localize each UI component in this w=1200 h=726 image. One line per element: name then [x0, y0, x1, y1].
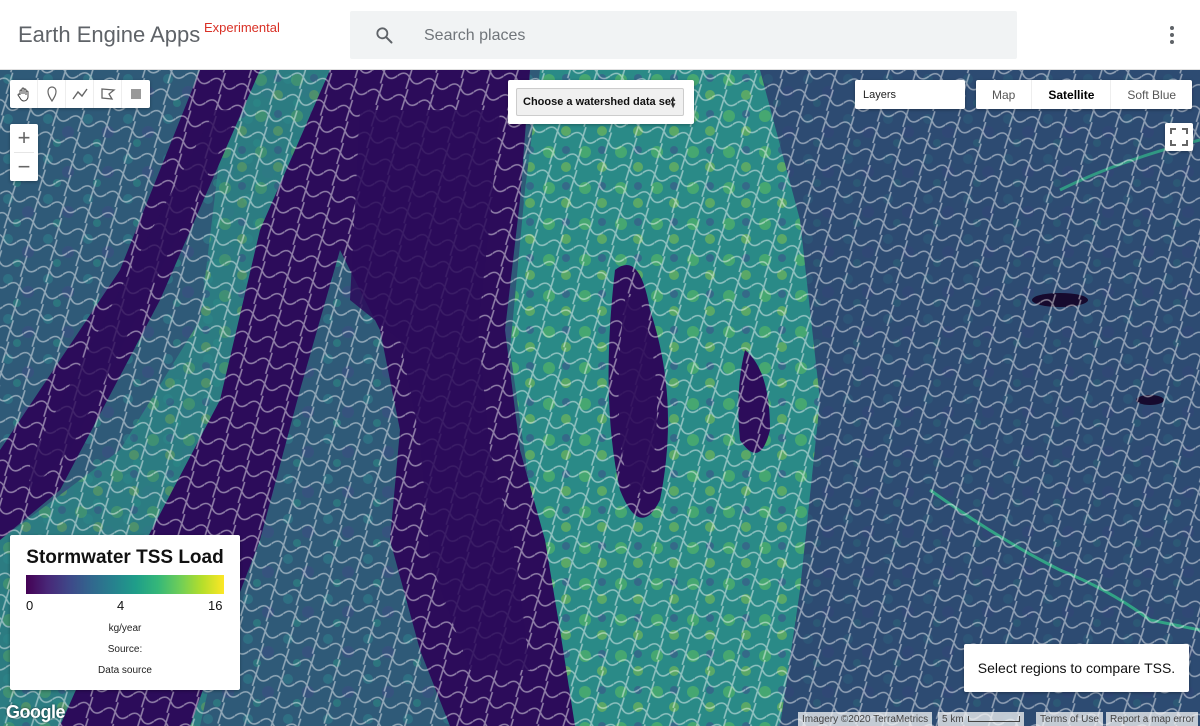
updown-caret-icon: ▲ ▼: [669, 94, 677, 110]
legend-title: Stormwater TSS Load: [26, 547, 224, 568]
google-logo[interactable]: Google: [6, 702, 66, 723]
dataset-panel: Choose a watershed data set ▲ ▼: [508, 80, 694, 124]
info-panel: Select regions to compare TSS.: [964, 644, 1189, 692]
scale-control[interactable]: 5 km: [938, 712, 1024, 726]
dataset-select[interactable]: Choose a watershed data set ▲ ▼: [516, 88, 684, 116]
pan-hand-icon[interactable]: [10, 80, 38, 108]
scale-bar: [967, 716, 1020, 722]
search-input[interactable]: [422, 11, 986, 61]
experimental-badge: Experimental: [204, 20, 280, 35]
legend-max: 16: [208, 598, 223, 613]
legend-source-link[interactable]: Data source: [10, 665, 240, 676]
map-type-soft-blue[interactable]: Soft Blue: [1111, 80, 1192, 109]
more-vert-icon[interactable]: [1160, 22, 1184, 48]
line-icon[interactable]: [66, 80, 94, 108]
app-title[interactable]: Earth Engine Apps: [18, 22, 200, 48]
legend-color-ramp: [26, 575, 224, 594]
report-text: Report a map error: [1110, 713, 1195, 725]
terms-link[interactable]: Terms of Use: [1036, 712, 1103, 726]
legend-units: kg/year: [108, 623, 142, 634]
rectangle-icon[interactable]: [122, 80, 150, 108]
dataset-select-label: Choose a watershed data set: [523, 96, 675, 108]
imagery-text: Imagery ©2020 TerraMetrics: [802, 713, 929, 725]
drawing-toolbar: [10, 80, 150, 108]
legend-min: 0: [26, 598, 34, 613]
map-canvas[interactable]: + − Choose a watershed data set ▲ ▼ Layer…: [0, 70, 1200, 726]
search-icon[interactable]: [374, 25, 394, 45]
zoom-control: + −: [10, 124, 38, 181]
marker-icon[interactable]: [38, 80, 66, 108]
app-header: Earth Engine Apps Experimental: [0, 0, 1200, 70]
terms-text: Terms of Use: [1040, 713, 1099, 725]
fullscreen-icon: [1170, 128, 1188, 146]
report-error-link[interactable]: Report a map error: [1106, 712, 1199, 726]
legend-mid: 4: [117, 598, 125, 613]
map-type-map[interactable]: Map: [976, 80, 1033, 109]
scale-text: 5 km: [942, 713, 964, 725]
legend-source-label: Source:: [107, 644, 143, 655]
map-type-control: Map Satellite Soft Blue: [976, 80, 1193, 109]
polygon-icon[interactable]: [94, 80, 122, 108]
map-type-satellite[interactable]: Satellite: [1032, 80, 1112, 109]
zoom-in-button[interactable]: +: [10, 124, 38, 152]
search-box[interactable]: [350, 11, 1017, 61]
fullscreen-button[interactable]: [1165, 123, 1193, 151]
layers-button[interactable]: Layers: [855, 80, 965, 109]
zoom-out-button[interactable]: −: [10, 153, 38, 181]
imagery-attribution: Imagery ©2020 TerraMetrics: [798, 712, 933, 726]
legend-panel: Stormwater TSS Load 0 4 16 kg/year Sourc…: [10, 535, 240, 690]
